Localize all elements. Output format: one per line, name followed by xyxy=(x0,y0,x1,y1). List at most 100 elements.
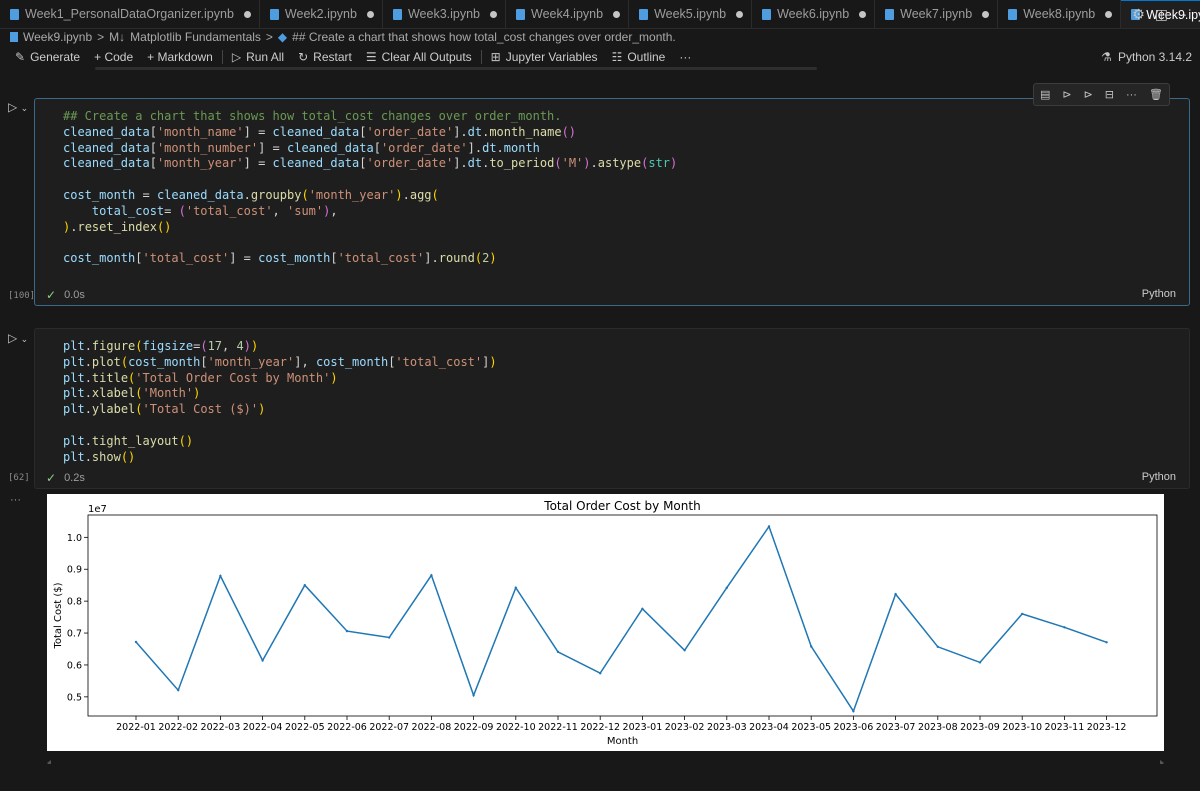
unsaved-dot-icon[interactable] xyxy=(490,10,498,18)
notebook-file-icon xyxy=(516,8,526,20)
cell-1-editor[interactable]: ## Create a chart that shows how total_c… xyxy=(34,98,1190,306)
run-all-label: Run All xyxy=(246,50,285,64)
sparkle-icon: ✎ xyxy=(15,50,26,64)
x-tick-label: 2023-12 xyxy=(1087,722,1127,733)
data-point xyxy=(345,629,349,633)
more-actions-icon[interactable]: ··· xyxy=(1178,6,1192,22)
data-point xyxy=(767,525,771,528)
settings-gear-icon[interactable]: ⚙ xyxy=(1132,6,1145,23)
tab-4[interactable]: Week5.ipynb xyxy=(629,0,753,28)
breadcrumb-separator: > xyxy=(265,30,273,44)
x-tick-label: 2022-01 xyxy=(116,722,156,733)
tab-2[interactable]: Week3.ipynb xyxy=(383,0,507,28)
tab-6[interactable]: Week7.ipynb xyxy=(875,0,999,28)
add-markdown-label: + Markdown xyxy=(147,50,213,64)
data-point xyxy=(1021,612,1024,616)
cell-toolbar: ▤ ⊳ ⊳ ⊟ ··· 🗑 xyxy=(1033,83,1170,106)
unsaved-dot-icon[interactable] xyxy=(243,10,251,18)
tab-label: Week6.ipynb xyxy=(777,7,850,21)
x-tick-label: 2022-06 xyxy=(327,722,367,733)
y-tick-label: 1.0 xyxy=(67,533,82,544)
cell-1-status: ✓ 0.0s xyxy=(46,288,85,302)
notebook-file-icon xyxy=(639,8,649,20)
x-tick-label: 2022-04 xyxy=(243,722,283,733)
output-scrollbar[interactable] xyxy=(47,760,1164,764)
clear-outputs-label: Clear All Outputs xyxy=(381,50,472,64)
breadcrumb-cell[interactable]: ## Create a chart that shows how total_c… xyxy=(292,30,676,44)
cell-2-duration: 0.2s xyxy=(64,472,85,484)
breadcrumb-section[interactable]: Matplotlib Fundamentals xyxy=(130,30,261,44)
unsaved-dot-icon[interactable] xyxy=(1105,10,1113,18)
data-point xyxy=(936,645,939,648)
tab-7[interactable]: Week8.ipynb xyxy=(998,0,1122,28)
variables-icon: ⊞ xyxy=(490,50,501,64)
cell-2-language[interactable]: Python xyxy=(1142,471,1176,483)
markdown-icon: M↓ xyxy=(109,30,126,44)
tab-5[interactable]: Week6.ipynb xyxy=(752,0,876,28)
run-cell-button[interactable]: ▷ ⌄ xyxy=(8,331,28,345)
cell-1-language[interactable]: Python xyxy=(1142,288,1176,300)
add-code-button[interactable]: + Code xyxy=(87,50,140,64)
tab-1[interactable]: Week2.ipynb xyxy=(260,0,383,28)
add-markdown-button[interactable]: + Markdown xyxy=(140,50,220,64)
output-more-button[interactable]: ··· xyxy=(10,494,21,506)
unsaved-dot-icon[interactable] xyxy=(859,10,867,18)
jupyter-variables-button[interactable]: ⊞ Jupyter Variables xyxy=(484,50,605,64)
line-chart: Total Order Cost by Month 1e7 0.5 0.6 0.7 0.8… xyxy=(53,499,1158,747)
chart-output: Total Order Cost by Month 1e7 0.5 0.6 0.7 0.8… xyxy=(47,494,1164,751)
toolbar-divider xyxy=(480,50,482,64)
horizontal-scroll-indicator[interactable] xyxy=(95,67,817,70)
data-point xyxy=(641,607,644,610)
toolbar-more-button[interactable]: ··· xyxy=(672,50,698,64)
data-point xyxy=(810,645,813,648)
unsaved-dot-icon[interactable] xyxy=(736,10,744,18)
cell-2-source[interactable]: plt.figure(figsize=(17, 4)) plt.plot(cos… xyxy=(35,329,1189,465)
generate-label: Generate xyxy=(30,50,81,64)
cell-2-editor[interactable]: plt.figure(figsize=(17, 4)) plt.plot(cos… xyxy=(34,328,1190,489)
unsaved-dot-icon[interactable] xyxy=(982,10,990,18)
format-cell-icon[interactable]: ▤ xyxy=(1040,88,1050,101)
kernel-picker[interactable]: ⚗ Python 3.14.2 xyxy=(1101,46,1192,68)
clear-outputs-button[interactable]: ☰ Clear All Outputs xyxy=(359,50,479,64)
x-tick-label: 2023-07 xyxy=(876,722,916,733)
data-point xyxy=(388,636,391,639)
cell-2-status: ✓ 0.2s xyxy=(46,471,85,485)
breadcrumb-file[interactable]: Week9.ipynb xyxy=(23,30,92,44)
cell-1-exec-count: [100] xyxy=(8,291,36,301)
split-cell-icon[interactable]: ⊟ xyxy=(1105,88,1114,101)
unsaved-dot-icon[interactable] xyxy=(613,10,621,18)
cell-1-source[interactable]: ## Create a chart that shows how total_c… xyxy=(35,99,1189,267)
run-cell-button[interactable]: ▷ ⌄ xyxy=(8,100,28,114)
execute-below-icon[interactable]: ⊳ xyxy=(1084,88,1093,101)
notebook-file-icon xyxy=(885,8,895,20)
code-cell-1[interactable]: ## Create a chart that shows how total_c… xyxy=(34,98,1190,306)
x-tick-label: 2022-10 xyxy=(496,722,536,733)
restart-icon: ↻ xyxy=(298,50,309,64)
x-tick-label: 2023-06 xyxy=(834,722,874,733)
delete-cell-icon[interactable]: 🗑 xyxy=(1149,88,1163,101)
restart-button[interactable]: ↻ Restart xyxy=(291,50,359,64)
notebook-file-icon xyxy=(10,32,18,42)
notebook-file-icon xyxy=(392,8,402,20)
scroll-left-icon[interactable] xyxy=(47,760,51,764)
scroll-right-icon[interactable] xyxy=(1160,760,1164,764)
generate-button[interactable]: ✎ Generate xyxy=(8,50,87,64)
split-editor-icon[interactable]: ◫ xyxy=(1155,6,1168,23)
more-actions-icon[interactable]: ··· xyxy=(1126,89,1137,101)
breadcrumb-separator: > xyxy=(97,30,105,44)
tab-0[interactable]: Week1_PersonalDataOrganizer.ipynb xyxy=(0,0,260,28)
x-tick-label: 2022-11 xyxy=(538,722,578,733)
data-point xyxy=(261,659,264,662)
code-cell-2[interactable]: plt.figure(figsize=(17, 4)) plt.plot(cos… xyxy=(34,328,1190,489)
tab-label: Week2.ipynb xyxy=(284,7,357,21)
cell-symbol-icon: ◆ xyxy=(277,30,288,44)
unsaved-dot-icon[interactable] xyxy=(366,10,374,18)
tab-label: Week5.ipynb xyxy=(654,7,727,21)
y-tick-label: 0.5 xyxy=(67,692,82,703)
tab-3[interactable]: Week4.ipynb xyxy=(506,0,630,28)
run-all-button[interactable]: ▷ Run All xyxy=(225,50,291,64)
success-check-icon: ✓ xyxy=(46,471,57,485)
x-tick-label: 2022-07 xyxy=(369,722,409,733)
outline-button[interactable]: ☷ Outline xyxy=(605,50,673,64)
execute-above-icon[interactable]: ⊳ xyxy=(1062,88,1071,101)
